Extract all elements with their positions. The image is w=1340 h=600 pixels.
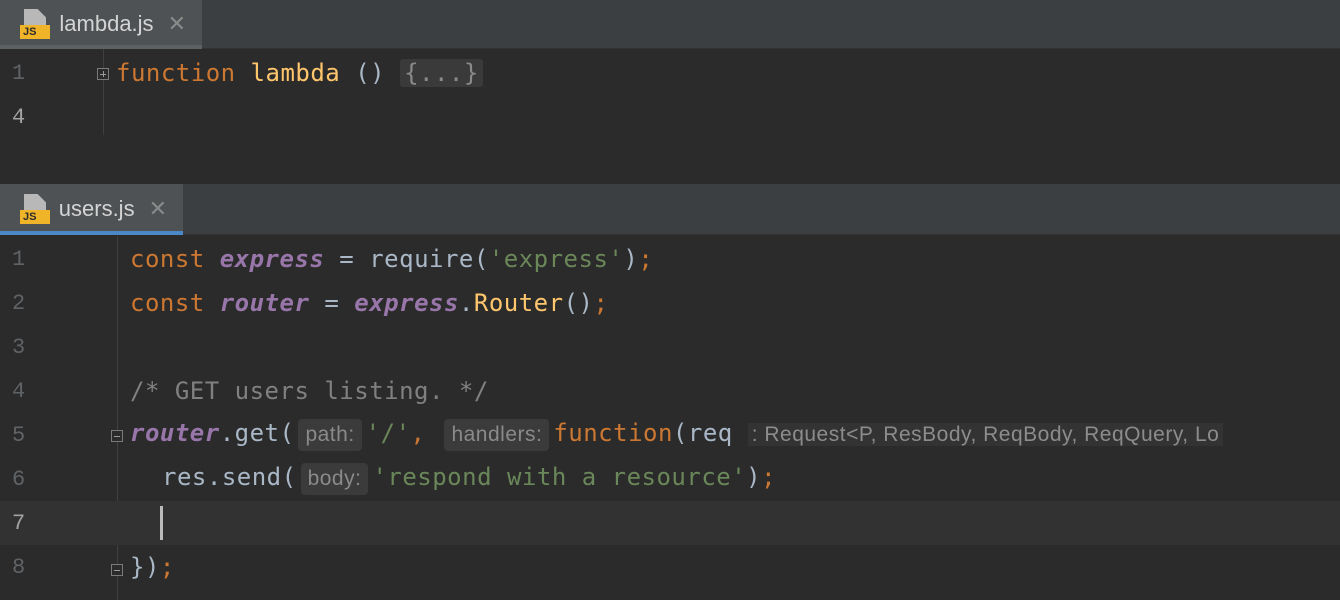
expand-fold-icon[interactable]: [97, 68, 109, 80]
line-number: 4: [12, 378, 26, 404]
tab-underline: [0, 231, 183, 235]
editor-users-js[interactable]: 1 const express = require('express'); 2 …: [0, 236, 1340, 600]
code-line: 1 function lambda () {...}: [0, 51, 1340, 95]
line-number: 1: [12, 246, 26, 272]
js-file-icon: JS: [20, 9, 50, 39]
tab-users-js[interactable]: JS users.js ✕: [0, 184, 183, 235]
line-number: 7: [12, 510, 26, 536]
line-number: 2: [12, 290, 26, 316]
js-file-icon: JS: [20, 194, 50, 224]
tab-label: lambda.js: [59, 11, 154, 36]
line-number: 1: [12, 60, 26, 86]
line-number: 8: [12, 554, 26, 580]
code-line: 8 });: [0, 545, 1340, 589]
code-text: });: [130, 553, 175, 581]
line-number: 6: [12, 466, 26, 492]
code-line: 5 router.get(path: '/', handlers: function…: [0, 413, 1340, 457]
tab-bar-bottom: JS users.js ✕: [0, 184, 1340, 235]
code-line: 4: [0, 95, 1340, 135]
code-line: 2 const router = express.Router();: [0, 281, 1340, 325]
line-number: 5: [12, 422, 26, 448]
close-icon[interactable]: ✕: [149, 196, 167, 222]
code-line: 1 const express = require('express');: [0, 237, 1340, 281]
tab-label: users.js: [58, 196, 135, 221]
parameter-hint: path:: [298, 419, 362, 451]
code-text: const express = require('express');: [130, 245, 654, 273]
code-text: function lambda () {...}: [116, 59, 483, 87]
editor-lambda-js[interactable]: 1 function lambda () {...} 4: [0, 49, 1340, 135]
code-line: 4 /* GET users listing. */: [0, 369, 1340, 413]
type-hint: : Request<P, ResBody, ReqBody, ReqQuery,…: [747, 423, 1224, 446]
current-line[interactable]: 7: [0, 501, 1340, 545]
tab-lambda-js[interactable]: JS lambda.js ✕: [0, 0, 202, 49]
code-line: 3: [0, 325, 1340, 369]
line-number: 3: [12, 334, 26, 360]
close-icon[interactable]: ✕: [168, 11, 186, 37]
code-line: 6 res.send(body:'respond with a resource…: [0, 457, 1340, 501]
folded-region[interactable]: {...}: [400, 59, 483, 87]
parameter-hint: body:: [300, 463, 369, 495]
line-number: 4: [12, 104, 26, 130]
code-text: res.send(body:'respond with a resource')…: [162, 463, 776, 495]
parameter-hint: handlers:: [444, 419, 550, 451]
code-comment: /* GET users listing. */: [130, 377, 489, 405]
text-caret: [160, 506, 163, 540]
code-text: const router = express.Router();: [130, 289, 609, 317]
collapse-fold-icon[interactable]: [111, 430, 123, 442]
pane-splitter[interactable]: [0, 135, 1340, 184]
tab-bar-top: JS lambda.js ✕: [0, 0, 1340, 49]
fold-end-icon[interactable]: [111, 564, 123, 576]
code-text: router.get(path: '/', handlers: function(r…: [130, 419, 1224, 451]
